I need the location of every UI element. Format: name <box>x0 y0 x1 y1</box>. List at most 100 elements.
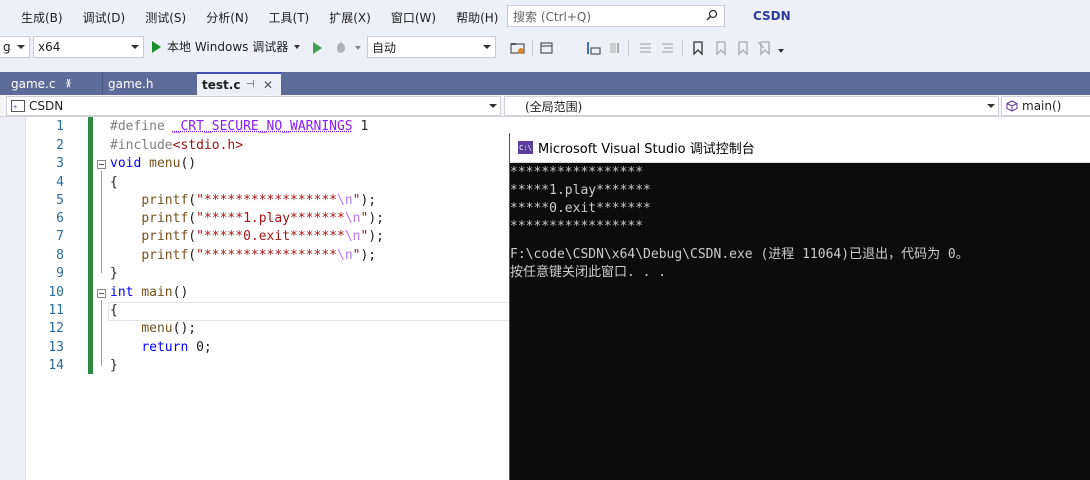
chevron-down-icon <box>131 45 139 49</box>
tab-label: game.c <box>11 76 56 91</box>
line-number: 4 <box>56 175 64 190</box>
line-number: 14 <box>48 358 64 373</box>
menu-bar: 生成(B) 调试(D) 测试(S) 分析(N) 工具(T) 扩展(X) 窗口(W… <box>0 0 1090 32</box>
console-output-line: *****1.play******* <box>510 183 651 198</box>
project-name: CSDN <box>29 99 64 113</box>
start-without-debugging-icon[interactable] <box>313 42 322 54</box>
console-output-line: ***************** <box>510 219 644 234</box>
pin-icon[interactable]: ᚕ <box>66 78 71 89</box>
start-debugging-button[interactable]: 本地 Windows 调试器 <box>152 38 301 55</box>
platform-value: x64 <box>38 40 61 54</box>
code-line: menu(); <box>141 321 197 336</box>
menu-items: 生成(B) 调试(D) 测试(S) 分析(N) 工具(T) 扩展(X) 窗口(W… <box>21 9 518 26</box>
svg-text:+: + <box>13 103 17 111</box>
search-icon <box>706 9 718 21</box>
bookmark-icon[interactable] <box>690 40 706 56</box>
console-output-line: 按任意键关闭此窗口. . . <box>510 265 667 280</box>
line-number: 5 <box>56 193 64 208</box>
run-label: 本地 Windows 调试器 <box>167 40 289 54</box>
format-icon[interactable] <box>608 40 624 56</box>
code-line: printf("*****************\n"); <box>141 193 377 208</box>
scope-dropdown[interactable]: (全局范围) <box>504 96 999 116</box>
chevron-down-icon <box>294 44 301 49</box>
comment-icon[interactable] <box>638 40 654 56</box>
clear-bookmarks-icon[interactable] <box>756 40 772 56</box>
toolbar-separator <box>532 40 533 56</box>
member-dropdown[interactable]: main() <box>1001 96 1090 116</box>
menu-test[interactable]: 测试(S) <box>145 9 186 26</box>
project-dropdown[interactable]: + CSDN <box>6 96 501 116</box>
fold-toggle-icon[interactable] <box>97 289 106 298</box>
fold-toggle-icon[interactable] <box>97 160 106 169</box>
search-input[interactable]: 搜索 (Ctrl+Q) <box>507 5 725 27</box>
menu-analyze[interactable]: 分析(N) <box>206 9 248 26</box>
configuration-value: g <box>3 40 11 54</box>
member-value: main() <box>1022 99 1062 113</box>
menu-build[interactable]: 生成(B) <box>21 9 63 26</box>
console-title-bar[interactable]: C:\ Microsoft Visual Studio 调试控制台 <box>510 133 1090 163</box>
hot-reload-icon[interactable] <box>333 40 349 56</box>
menu-help[interactable]: 帮助(H) <box>456 9 498 26</box>
step-icon[interactable] <box>585 40 601 56</box>
change-tracking-bar <box>88 117 93 374</box>
menu-debug[interactable]: 调试(D) <box>83 9 126 26</box>
code-line: #define _CRT_SECURE_NO_WARNINGS 1 <box>110 119 369 134</box>
method-cube-icon <box>1006 100 1018 112</box>
line-number: 8 <box>56 248 64 263</box>
code-line: void menu() <box>110 156 197 171</box>
close-icon[interactable]: ✕ <box>263 78 273 92</box>
line-number: 10 <box>48 285 64 300</box>
console-output-line: *****0.exit******* <box>510 201 651 216</box>
chevron-down-icon <box>483 45 491 49</box>
code-line: printf("*****0.exit*******\n"); <box>141 229 384 244</box>
tab-game-h[interactable]: game.h <box>102 72 196 95</box>
document-tab-strip: game.c ᚕ game.h test.c ⊣ ✕ <box>0 62 1090 95</box>
folder-icon[interactable] <box>510 40 526 56</box>
menu-tools[interactable]: 工具(T) <box>269 9 310 26</box>
tab-game-c[interactable]: game.c ᚕ <box>6 72 101 95</box>
code-line: { <box>110 303 118 318</box>
menu-extensions[interactable]: 扩展(X) <box>329 9 371 26</box>
chevron-down-icon <box>987 104 995 108</box>
solution-name: CSDN <box>753 9 791 23</box>
line-number: 2 <box>56 138 64 153</box>
code-line: #include<stdio.h> <box>110 138 244 153</box>
console-icon: C:\ <box>518 141 533 154</box>
line-number: 6 <box>56 211 64 226</box>
search-placeholder: 搜索 (Ctrl+Q) <box>513 9 592 24</box>
current-line-highlight <box>108 302 510 321</box>
navigation-bar: + CSDN (全局范围) main() <box>0 95 1090 117</box>
line-number: 3 <box>56 156 64 171</box>
toolbar-separator <box>628 40 629 56</box>
configuration-dropdown[interactable]: g <box>0 36 30 58</box>
previous-bookmark-icon[interactable] <box>712 40 728 56</box>
code-line: printf("*****************\n"); <box>141 248 377 263</box>
toolbar-overflow-icon[interactable] <box>778 49 784 53</box>
play-icon <box>152 40 161 53</box>
uncomment-icon[interactable] <box>660 40 676 56</box>
tab-test-c[interactable]: test.c ⊣ ✕ <box>197 72 281 95</box>
chevron-down-icon <box>17 45 25 49</box>
toolbar: g x64 本地 Windows 调试器 自动 <box>0 32 1090 62</box>
solution-config-value: 自动 <box>372 40 397 55</box>
tab-label: game.h <box>108 76 154 91</box>
next-bookmark-icon[interactable] <box>734 40 750 56</box>
chevron-down-icon <box>489 104 497 108</box>
window-layout-icon[interactable] <box>540 40 556 56</box>
line-number: 7 <box>56 229 64 244</box>
console-title: Microsoft Visual Studio 调试控制台 <box>538 142 755 157</box>
code-line: int main() <box>110 285 189 300</box>
fold-guide <box>101 300 102 366</box>
code-line: { <box>110 175 118 190</box>
debug-console-window[interactable]: C:\ Microsoft Visual Studio 调试控制台 ******… <box>509 133 1090 480</box>
line-number: 12 <box>48 321 64 336</box>
solution-config-dropdown[interactable]: 自动 <box>367 36 496 58</box>
line-number: 1 <box>56 119 64 134</box>
menu-window[interactable]: 窗口(W) <box>391 9 436 26</box>
tab-label: test.c <box>202 77 241 92</box>
console-output-line: F:\code\CSDN\x64\Debug\CSDN.exe (进程 1106… <box>510 247 969 262</box>
toolbar-separator <box>682 40 683 56</box>
scope-value: (全局范围) <box>525 99 583 114</box>
pin-icon[interactable]: ⊣ <box>246 79 255 90</box>
platform-dropdown[interactable]: x64 <box>33 36 144 58</box>
